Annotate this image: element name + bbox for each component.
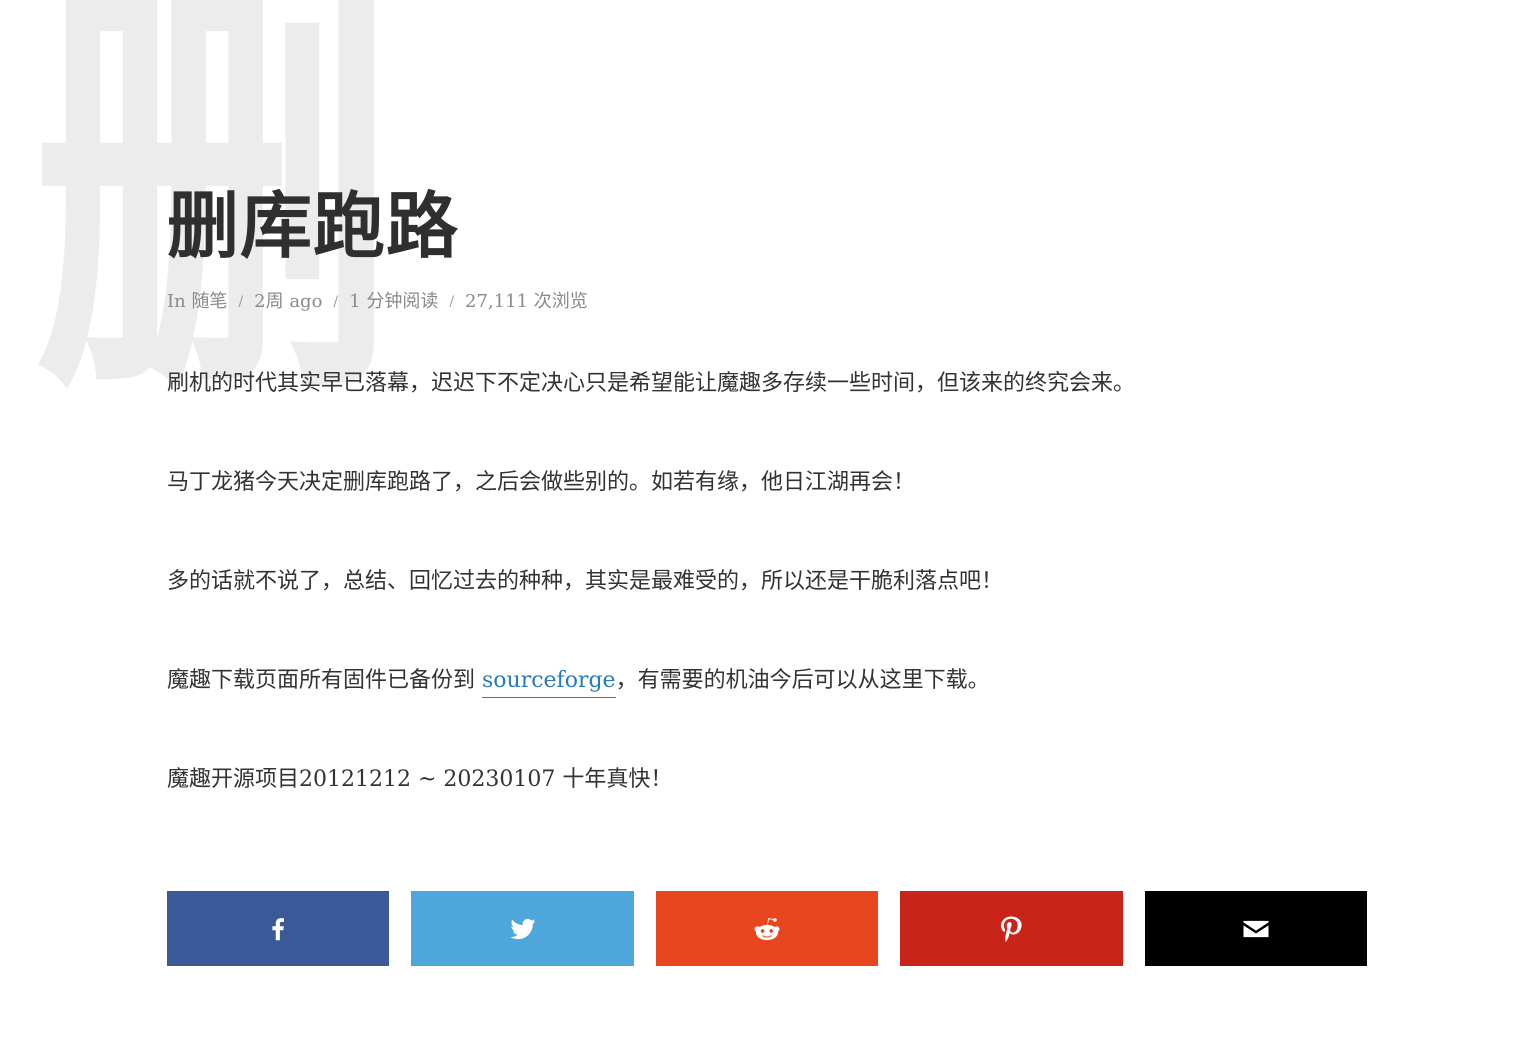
meta-read-time: 1 分钟阅读 (349, 291, 439, 312)
share-reddit-button[interactable] (655, 891, 879, 966)
paragraph-3: 多的话就不说了，总结、回忆过去的种种，其实是最难受的，所以还是干脆利落点吧！ (167, 569, 1004, 594)
article: 删库跑路 In 随笔 / 2周 ago / 1 分钟阅读 / 27,111 次浏… (167, 178, 1367, 867)
article-title: 删库跑路 (167, 184, 460, 268)
meta-in-label: In (167, 291, 186, 312)
paragraph-1: 刷机的时代其实早已落幕，迟迟下不定决心只是希望能让魔趣多存续一些时间，但该来的终… (167, 371, 1136, 396)
meta-category-link[interactable]: 随笔 (191, 290, 227, 314)
email-icon (1243, 920, 1269, 937)
share-twitter-button[interactable] (411, 891, 634, 966)
article-meta: In 随笔 / 2周 ago / 1 分钟阅读 / 27,111 次浏览 (167, 290, 1367, 314)
sourceforge-link[interactable]: sourceforge (482, 668, 616, 698)
share-bar (167, 891, 1368, 966)
paragraph-4-text-before: 魔趣下载页面所有固件已备份到 (167, 668, 482, 693)
paragraph-4-text-after: ，有需要的机油今后可以从这里下载。 (615, 668, 990, 693)
meta-time: 2周 ago (254, 291, 323, 312)
meta-views: 27,111 次浏览 (465, 291, 588, 312)
paragraph-2: 马丁龙猪今天决定删库跑路了，之后会做些别的。如若有缘，他日江湖再会！ (167, 470, 916, 495)
facebook-icon (272, 917, 285, 940)
paragraph-5: 魔趣开源项目20121212 ~ 20230107 十年真快！ (167, 767, 673, 792)
twitter-icon (509, 918, 536, 939)
meta-separator: / (238, 294, 244, 310)
pinterest-icon (1001, 916, 1023, 942)
share-pinterest-button[interactable] (900, 891, 1123, 966)
meta-separator: / (449, 294, 455, 310)
reddit-icon (754, 917, 780, 940)
share-email-button[interactable] (1144, 891, 1368, 966)
paragraph-4: 魔趣下载页面所有固件已备份到 sourceforge，有需要的机油今后可以从这里… (167, 668, 1367, 698)
share-facebook-button[interactable] (167, 891, 390, 966)
meta-separator: / (333, 294, 339, 310)
article-content: 刷机的时代其实早已落幕，迟迟下不定决心只是希望能让魔趣多存续一些时间，但该来的终… (167, 372, 1367, 792)
